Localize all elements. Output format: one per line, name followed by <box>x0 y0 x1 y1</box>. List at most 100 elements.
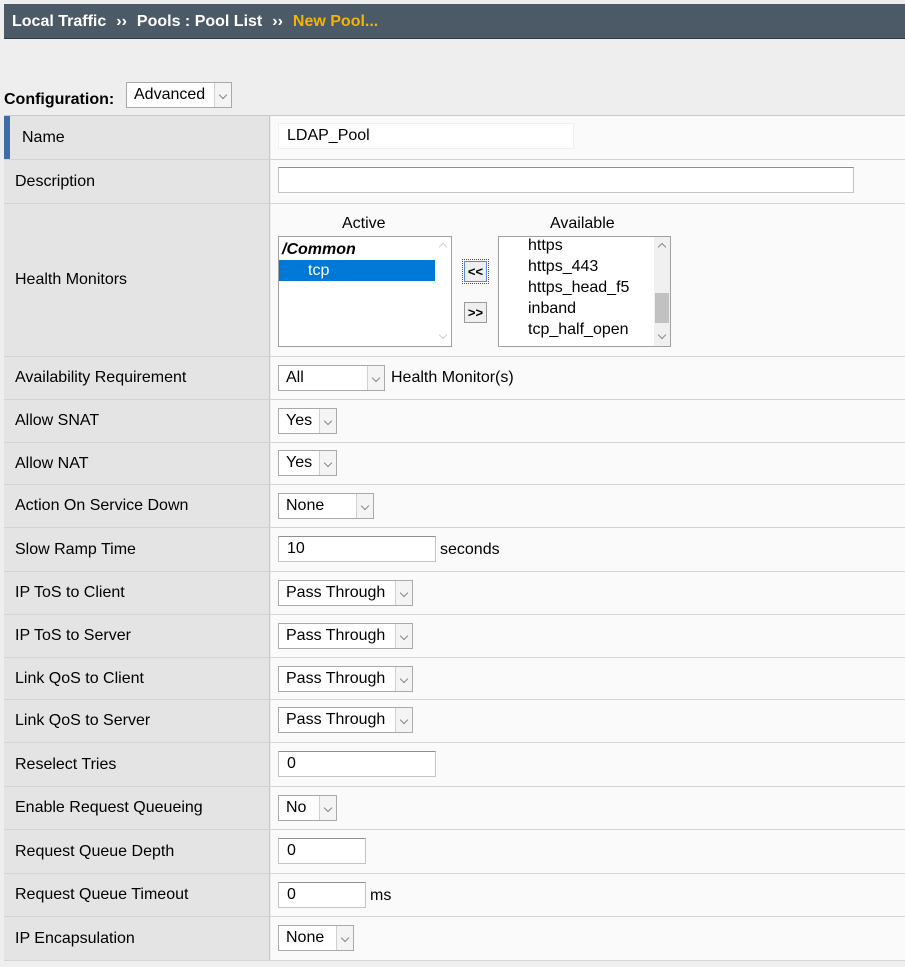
availability-requirement-suffix: Health Monitor(s) <box>391 369 514 386</box>
name-input[interactable]: LDAP_Pool <box>278 123 574 149</box>
ip-tos-client-select[interactable]: Pass Through <box>278 580 413 606</box>
reselect-tries-input[interactable]: 0 <box>278 751 436 777</box>
chevron-down-icon <box>367 366 384 390</box>
breadcrumb-local-traffic[interactable]: Local Traffic <box>12 13 106 30</box>
row-enable-request-queueing: Enable Request Queueing No <box>4 787 905 830</box>
breadcrumb-current: New Pool... <box>292 13 379 30</box>
row-description: Description <box>4 160 905 204</box>
chevron-down-icon <box>395 624 412 648</box>
active-monitors-list[interactable]: /Common tcp <box>278 236 452 347</box>
request-queue-depth-label: Request Queue Depth <box>15 842 175 860</box>
available-item[interactable]: https_443 <box>499 256 654 277</box>
row-allow-snat: Allow SNAT Yes <box>4 400 905 443</box>
allow-snat-select[interactable]: Yes <box>278 408 337 434</box>
row-action-on-service-down: Action On Service Down None <box>4 485 905 528</box>
ip-tos-server-select[interactable]: Pass Through <box>278 623 413 649</box>
available-header: Available <box>550 215 615 232</box>
action-on-service-down-label: Action On Service Down <box>15 497 189 514</box>
chevron-down-icon <box>395 708 412 732</box>
scroll-down-icon <box>438 330 448 340</box>
chevron-down-icon <box>395 667 412 691</box>
row-slow-ramp-time: Slow Ramp Time 10 seconds <box>4 528 905 572</box>
ip-tos-server-value: Pass Through <box>286 627 386 644</box>
row-request-queue-timeout: Request Queue Timeout 0 ms <box>4 874 905 917</box>
row-health-monitors: Health Monitors Active Available /Common… <box>4 204 905 357</box>
available-item[interactable]: https_head_f5 <box>499 277 654 298</box>
breadcrumb-separator: ›› <box>116 13 127 30</box>
allow-snat-value: Yes <box>286 412 313 429</box>
move-to-active-button[interactable]: << <box>462 259 489 284</box>
availability-requirement-label: Availability Requirement <box>15 369 187 386</box>
chevron-down-icon <box>395 581 412 605</box>
chevron-down-icon <box>319 409 336 433</box>
availability-requirement-value: All <box>286 369 304 386</box>
pool-properties-table: Name LDAP_Pool Description Health Monito… <box>4 115 905 961</box>
active-group-common: /Common <box>282 241 356 258</box>
link-qos-server-select[interactable]: Pass Through <box>278 707 413 733</box>
slow-ramp-time-suffix: seconds <box>440 541 500 558</box>
ip-tos-client-value: Pass Through <box>286 584 386 601</box>
row-ip-tos-client: IP ToS to Client Pass Through <box>4 572 905 615</box>
available-monitors-list[interactable]: https https_443 https_head_f5 inband tcp… <box>498 236 671 347</box>
allow-nat-value: Yes <box>286 454 313 471</box>
row-request-queue-depth: Request Queue Depth 0 <box>4 830 905 874</box>
action-on-service-down-value: None <box>286 497 325 514</box>
chevron-down-icon <box>336 926 353 950</box>
row-allow-nat: Allow NAT Yes <box>4 443 905 485</box>
active-item-tcp[interactable]: tcp <box>279 260 435 281</box>
request-queue-timeout-input[interactable]: 0 <box>278 882 366 908</box>
move-to-available-button[interactable]: >> <box>464 302 487 323</box>
row-name: Name LDAP_Pool <box>4 116 905 160</box>
allow-nat-select[interactable]: Yes <box>278 450 337 476</box>
breadcrumb-pool-list[interactable]: Pools : Pool List <box>137 13 262 30</box>
chevron-down-icon <box>319 451 336 475</box>
chevron-down-icon <box>319 796 336 820</box>
slow-ramp-time-input[interactable]: 10 <box>278 536 436 562</box>
link-qos-client-label: Link QoS to Client <box>15 669 144 687</box>
allow-snat-label: Allow SNAT <box>15 412 100 429</box>
link-qos-client-value: Pass Through <box>286 670 386 687</box>
enable-request-queueing-select[interactable]: No <box>278 795 337 821</box>
row-availability-requirement: Availability Requirement All Health Moni… <box>4 357 905 400</box>
request-queue-timeout-suffix: ms <box>370 887 392 904</box>
enable-request-queueing-value: No <box>286 799 307 816</box>
ip-tos-server-label: IP ToS to Server <box>15 627 131 644</box>
chevron-down-icon <box>214 83 231 107</box>
name-label: Name <box>22 128 65 146</box>
active-list-scrollbar[interactable] <box>435 237 451 346</box>
allow-nat-label: Allow NAT <box>15 454 89 472</box>
available-item[interactable]: inband <box>499 298 654 319</box>
row-ip-tos-server: IP ToS to Server Pass Through <box>4 615 905 658</box>
breadcrumb: Local Traffic ›› Pools : Pool List ›› New Po… <box>4 4 905 39</box>
available-item[interactable]: https <box>499 237 654 256</box>
enable-request-queueing-label: Enable Request Queueing <box>15 799 203 816</box>
request-queue-timeout-label: Request Queue Timeout <box>15 886 189 903</box>
reselect-tries-label: Reselect Tries <box>15 755 117 773</box>
active-header: Active <box>342 215 386 232</box>
availability-requirement-select[interactable]: All <box>278 365 385 391</box>
description-input[interactable] <box>278 167 854 193</box>
health-monitors-label: Health Monitors <box>15 271 128 288</box>
action-on-service-down-select[interactable]: None <box>278 493 374 519</box>
available-item[interactable]: tcp_half_open <box>499 319 654 340</box>
slow-ramp-time-label: Slow Ramp Time <box>15 540 136 558</box>
request-queue-depth-input[interactable]: 0 <box>278 838 366 864</box>
link-qos-server-value: Pass Through <box>286 711 386 728</box>
scroll-up-icon <box>657 242 667 252</box>
scrollbar-thumb[interactable] <box>655 293 669 323</box>
ip-encapsulation-select[interactable]: None <box>278 925 354 951</box>
ip-encapsulation-label: IP Encapsulation <box>15 929 135 947</box>
row-reselect-tries: Reselect Tries 0 <box>4 743 905 787</box>
breadcrumb-separator: ›› <box>272 13 283 30</box>
link-qos-server-label: Link QoS to Server <box>15 712 151 729</box>
row-link-qos-client: Link QoS to Client Pass Through <box>4 658 905 700</box>
description-label: Description <box>15 172 96 190</box>
configuration-label: Configuration: <box>4 91 115 108</box>
ip-tos-client-label: IP ToS to Client <box>15 584 125 601</box>
link-qos-client-select[interactable]: Pass Through <box>278 666 413 692</box>
row-ip-encapsulation: IP Encapsulation None <box>4 917 905 961</box>
available-list-scrollbar[interactable] <box>654 237 670 346</box>
configuration-select[interactable]: Advanced <box>126 82 232 108</box>
configuration-value: Advanced <box>134 86 206 103</box>
ip-encapsulation-value: None <box>286 929 325 946</box>
